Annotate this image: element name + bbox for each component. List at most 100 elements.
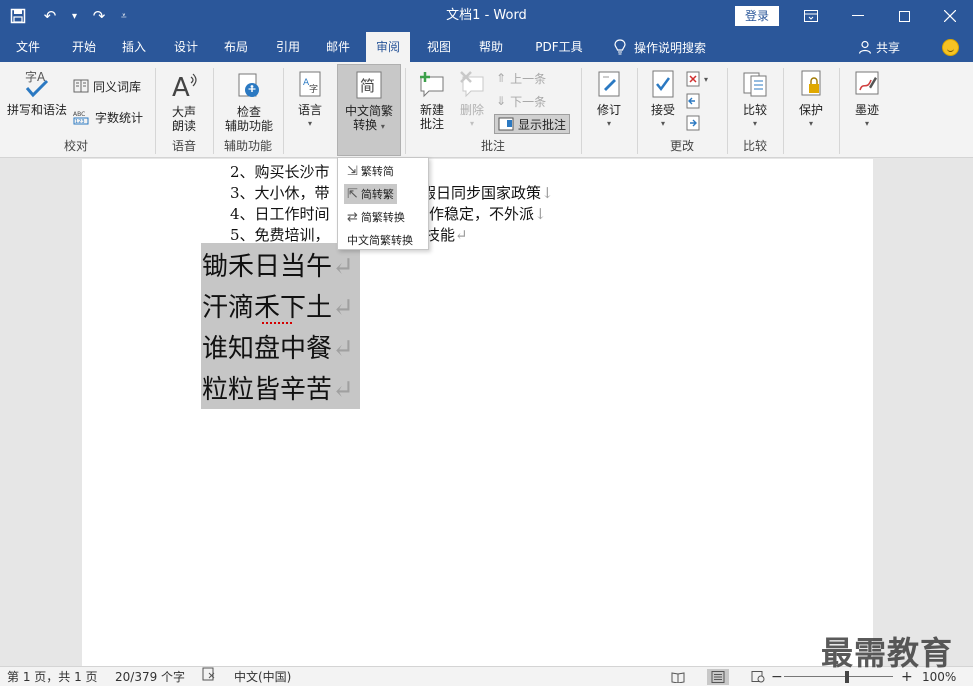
- list-line-3[interactable]: 3、大小休，带: [230, 182, 330, 203]
- language-caret-icon: ▾: [307, 119, 312, 128]
- feedback-smiley-icon[interactable]: [942, 39, 959, 56]
- group-divider: [637, 68, 638, 154]
- svg-text:字: 字: [309, 83, 318, 95]
- previous-change-button[interactable]: [686, 91, 700, 111]
- menu-item-convert[interactable]: ⇄ 简繁转换: [344, 207, 408, 227]
- compare-button-label: 比较: [742, 103, 767, 117]
- ink-label: 墨迹: [854, 103, 879, 117]
- share-button[interactable]: 共享: [858, 32, 900, 62]
- tab-references[interactable]: 引用: [270, 32, 306, 62]
- group-label-speech: 语音: [171, 139, 196, 153]
- read-aloud-label-2: 朗读: [171, 119, 196, 133]
- poem-line-3[interactable]: 谁知盘中餐↵: [202, 328, 354, 365]
- tab-review[interactable]: 审阅: [366, 32, 410, 62]
- protect-icon: [795, 68, 827, 100]
- tell-me-label: 操作说明搜索: [634, 40, 707, 55]
- new-comment-button[interactable]: 新建 批注: [410, 68, 454, 131]
- list-line-5-tail[interactable]: 技能↵: [425, 224, 468, 245]
- previous-comment-button[interactable]: ⇑ 上一条: [496, 68, 546, 88]
- list-line-3-tail-text: 假日同步国家政策: [421, 184, 542, 202]
- poem-line-3-text: 谁知盘中餐: [202, 334, 333, 364]
- next-comment-button[interactable]: ⇓ 下一条: [496, 91, 546, 111]
- quick-access-toolbar: ↶ ▾ ↷ ⩡: [8, 0, 127, 32]
- next-change-icon: [686, 115, 700, 131]
- compare-caret-icon: ▾: [752, 119, 757, 128]
- check-accessibility-button[interactable]: 检查 辅助功能: [218, 70, 280, 133]
- login-button[interactable]: 登录: [735, 6, 779, 26]
- tab-insert[interactable]: 插入: [116, 32, 152, 62]
- person-icon: [858, 40, 872, 54]
- show-comments-toggle[interactable]: 显示批注: [494, 114, 571, 134]
- tab-help[interactable]: 帮助: [473, 32, 509, 62]
- undo-dropdown-icon[interactable]: ▾: [72, 11, 77, 22]
- list-line-2[interactable]: 2、购买长沙市: [230, 161, 330, 182]
- list-line-5[interactable]: 5、免费培训，: [230, 224, 330, 245]
- print-layout-icon[interactable]: [707, 669, 729, 685]
- dropdown-group-title: 中文简繁转换: [347, 234, 413, 247]
- ribbon-tabs: 文件 开始 插入 设计 布局 引用 邮件 审阅 视图 帮助 PDF工具集 操作说…: [0, 32, 973, 84]
- list-line-4-tail[interactable]: 作稳定，不外派↓: [429, 203, 547, 224]
- tab-file[interactable]: 文件: [10, 32, 46, 62]
- watermark-logo: 最需教育: [821, 634, 954, 672]
- delete-comment-button[interactable]: 删除 ▾: [454, 68, 490, 131]
- tab-view[interactable]: 视图: [421, 32, 457, 62]
- tell-me-search[interactable]: 操作说明搜索: [614, 32, 706, 62]
- tab-home[interactable]: 开始: [64, 32, 104, 62]
- tab-design[interactable]: 设计: [168, 32, 204, 62]
- check-accessibility-label-1: 检查: [236, 105, 261, 119]
- save-icon[interactable]: [8, 6, 28, 26]
- thesaurus-label: 同义词库: [93, 79, 142, 94]
- document-area[interactable]: [0, 159, 973, 666]
- paragraph-mark: ↵: [332, 334, 354, 364]
- protect-caret-icon: ▾: [808, 119, 813, 128]
- read-mode-icon[interactable]: [667, 669, 689, 685]
- menu-item-traditional-to-simplified[interactable]: ⇲ 繁转简: [344, 161, 397, 181]
- poem-line-1[interactable]: 锄禾日当午↵: [202, 246, 354, 283]
- group-divider: [581, 68, 582, 154]
- show-comments-icon: [498, 117, 514, 131]
- protect-label: 保护: [798, 103, 823, 117]
- group-divider: [283, 68, 284, 154]
- web-layout-icon[interactable]: [747, 669, 769, 685]
- tab-layout[interactable]: 布局: [218, 32, 254, 62]
- zoom-out-icon[interactable]: −: [771, 667, 783, 686]
- spelling-grammar-button[interactable]: 字A 拼写和语法: [6, 68, 68, 117]
- tab-pdf-tools[interactable]: PDF工具集: [526, 32, 592, 84]
- list-line-2-text: 2、购买长沙市: [230, 163, 330, 181]
- new-comment-icon: [416, 68, 448, 100]
- poem-line-4[interactable]: 粒粒皆辛苦↵: [202, 369, 354, 406]
- reject-button[interactable]: ▾: [686, 69, 708, 89]
- ink-button[interactable]: 墨迹 ▾: [846, 68, 888, 131]
- ribbon-display-options-icon[interactable]: [788, 0, 834, 32]
- zoom-slider-track[interactable]: [784, 676, 893, 677]
- customize-qat-icon[interactable]: ⩡: [121, 11, 127, 22]
- word-count-label: 字数统计: [95, 110, 144, 125]
- list-line-4[interactable]: 4、日工作时间: [230, 203, 330, 224]
- word-count-status[interactable]: 20/379 个字: [115, 667, 185, 686]
- line-break-mark: ↓: [541, 184, 554, 202]
- close-icon[interactable]: [927, 0, 973, 32]
- track-changes-button[interactable]: 修订 ▾: [588, 68, 630, 131]
- traditional-to-simplified-icon: ⇲: [347, 163, 358, 179]
- page-count[interactable]: 第 1 页，共 1 页: [7, 667, 98, 686]
- undo-icon[interactable]: ↶: [40, 6, 60, 26]
- maximize-icon[interactable]: [881, 0, 927, 32]
- accept-button[interactable]: 接受 ▾: [642, 68, 684, 131]
- next-change-button[interactable]: [686, 113, 700, 133]
- language-button[interactable]: A字 语言 ▾: [290, 68, 330, 131]
- language-status[interactable]: 中文(中国): [234, 667, 291, 686]
- list-line-3-tail[interactable]: 假日同步国家政策↓: [421, 182, 554, 203]
- lightbulb-icon: [614, 39, 626, 55]
- redo-icon[interactable]: ↷: [89, 6, 109, 26]
- chinese-conversion-button[interactable]: 简 中文简繁 转换 ▾: [337, 64, 401, 156]
- protect-button[interactable]: 保护 ▾: [790, 68, 832, 131]
- minimize-icon[interactable]: [835, 0, 881, 32]
- word-count-button[interactable]: ABC 123 字数统计: [73, 107, 143, 127]
- tab-mailings[interactable]: 邮件: [320, 32, 356, 62]
- compare-button[interactable]: 比较 ▾: [734, 68, 776, 131]
- thesaurus-button[interactable]: 同义词库: [73, 76, 141, 96]
- read-aloud-button[interactable]: A 大声 朗读: [164, 70, 204, 133]
- proofing-status-icon[interactable]: [201, 667, 217, 686]
- document-page[interactable]: [82, 159, 873, 666]
- menu-item-simplified-to-traditional[interactable]: ⇱ 简转繁: [344, 184, 397, 204]
